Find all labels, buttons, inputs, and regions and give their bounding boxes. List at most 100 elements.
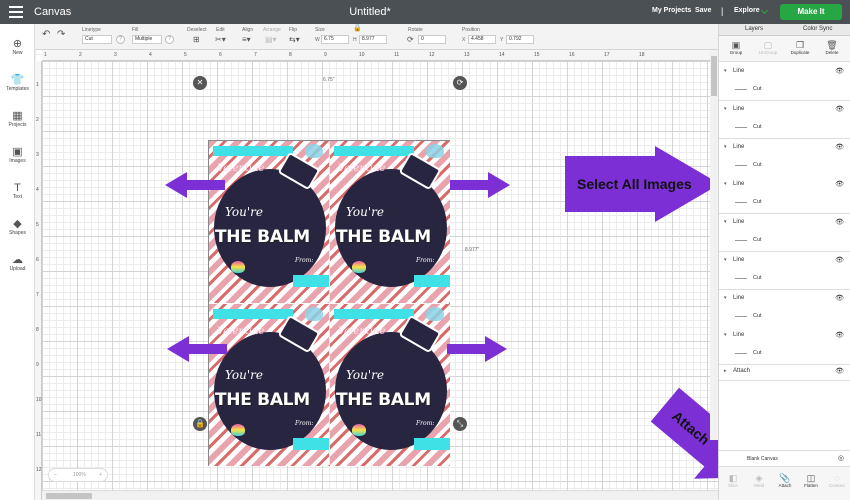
horizontal-scrollbar[interactable]	[42, 490, 718, 500]
ruler-left: 1 2 3 4 5 6 7 8 9 10 11 12	[35, 61, 42, 500]
eye-icon[interactable]: 👁	[835, 256, 844, 264]
menu-icon[interactable]	[9, 6, 23, 18]
sidebar-item-new[interactable]: ⊕ New	[0, 38, 35, 56]
zoom-control[interactable]: − 100% +	[48, 468, 108, 482]
valentine-card[interactable]: Valentine You're THE BALM From:	[209, 304, 329, 466]
contour-button[interactable]: ◌ Contour	[824, 473, 850, 488]
valentine-card[interactable]: Valentine You're THE BALM From:	[330, 141, 450, 303]
fill-help-icon[interactable]: ?	[165, 35, 174, 44]
slice-button[interactable]: ◧ Slice	[720, 473, 746, 488]
make-it-button[interactable]: Make It	[780, 4, 842, 20]
eye-off-icon[interactable]: ◎	[838, 454, 844, 462]
eye-icon[interactable]: 👁	[835, 180, 844, 188]
group-icon: ▣	[731, 40, 741, 50]
redo-icon[interactable]: ↷	[57, 30, 65, 40]
layer-row[interactable]: ▾ Line 👁 Cut	[719, 327, 850, 366]
sidebar-item-templates[interactable]: 👕 Templates	[0, 74, 35, 92]
weld-button[interactable]: ◈ Weld	[746, 473, 772, 488]
fill-select[interactable]: Multiple	[132, 35, 162, 44]
layer-row[interactable]: ▾ Line 👁 Cut	[719, 138, 850, 177]
sidebar-item-projects[interactable]: ▦ Projects	[0, 110, 35, 128]
lock-handle-icon[interactable]: 🔒	[193, 417, 207, 431]
eye-icon[interactable]: 👁	[835, 105, 844, 113]
edit-toolbar: ↶ ↷ Linetype Cut ? Fill Multiple ? Desel…	[35, 24, 718, 50]
flatten-button[interactable]: ◫ Flatten	[798, 473, 824, 488]
attach-button[interactable]: 📎 Attach	[772, 473, 798, 488]
edit-label: Edit	[216, 27, 225, 33]
arrow-left-bottom	[167, 336, 227, 362]
layer-row[interactable]: ▾ Line 👁 Cut	[719, 100, 850, 139]
valentine-card[interactable]: Valentine You're THE BALM From:	[330, 304, 450, 466]
horizontal-scroll-thumb[interactable]	[46, 493, 92, 499]
layer-row[interactable]: ▾ Line 👁 Cut	[719, 251, 850, 290]
chevron-down-icon[interactable]: ▾	[724, 219, 727, 225]
sidebar-item-shapes[interactable]: ◆ Shapes	[0, 218, 35, 236]
rotate-input[interactable]: 0	[418, 35, 446, 44]
delete-button[interactable]: 🗑 Delete	[817, 40, 847, 55]
sidebar-item-label: Text	[12, 194, 23, 200]
eye-icon[interactable]: 👁	[835, 143, 844, 151]
zoom-in-icon[interactable]: +	[99, 469, 102, 481]
x-label: X	[462, 37, 466, 43]
design-canvas[interactable]: 1 2 3 4 5 6 7 8 9 10 11 12 13 14 15 16 17 18 1 2 3 4 5 6 7 8 9 10 1…	[35, 50, 718, 500]
vertical-scrollbar[interactable]	[710, 50, 718, 440]
layer-row[interactable]: ▾ Line 👁 Cut	[719, 289, 850, 328]
width-input[interactable]: 6.75	[321, 35, 349, 44]
layer-row[interactable]: ▾ Line 👁 Cut	[719, 176, 850, 215]
deselect-icon[interactable]: ⊞	[193, 35, 200, 44]
eye-icon[interactable]: 👁	[835, 294, 844, 302]
valentine-card[interactable]: Valentine You're THE BALM From:	[209, 141, 329, 303]
layer-row[interactable]: ▾ Line 👁 Cut	[719, 63, 850, 101]
chevron-down-icon[interactable]: ▾	[724, 144, 727, 150]
x-input[interactable]: 4.458	[468, 35, 496, 44]
plus-icon: ⊕	[12, 38, 23, 50]
card-banner	[334, 146, 414, 156]
eye-icon[interactable]: 👁	[835, 218, 844, 226]
undo-icon[interactable]: ↶	[42, 30, 50, 40]
chevron-right-icon[interactable]: ▸	[724, 368, 727, 374]
zoom-out-icon[interactable]: −	[54, 469, 57, 481]
y-input[interactable]: 0.792	[506, 35, 534, 44]
chevron-down-icon[interactable]	[760, 6, 769, 15]
chevron-down-icon[interactable]: ▾	[724, 181, 727, 187]
chevron-down-icon[interactable]: ▾	[724, 68, 727, 74]
line-thumbnail	[735, 126, 747, 128]
chevron-down-icon[interactable]: ▾	[724, 295, 727, 301]
eye-icon[interactable]: 👁	[835, 367, 844, 375]
sidebar-item-upload[interactable]: ☁ Upload	[0, 254, 35, 272]
layer-row[interactable]: ▾ Line 👁 Cut	[719, 214, 850, 252]
rotate-handle-icon[interactable]: ⟳	[453, 76, 467, 90]
chevron-down-icon[interactable]: ▾	[724, 106, 727, 112]
my-projects-link[interactable]: My Projects	[652, 7, 691, 14]
linetype-select[interactable]: Cut	[82, 35, 112, 44]
eye-icon[interactable]: 👁	[835, 67, 844, 75]
duplicate-button[interactable]: ❐ Duplicate	[785, 40, 815, 55]
chevron-down-icon[interactable]: ▾	[724, 257, 727, 263]
lock-icon[interactable]: 🔒	[353, 24, 362, 32]
close-icon[interactable]: ✕	[193, 76, 207, 90]
edit-icon[interactable]: ✂▾	[215, 35, 226, 44]
sidebar-item-label: Shapes	[9, 230, 26, 236]
group-button[interactable]: ▣ Group	[721, 40, 751, 55]
layer-attach[interactable]: ▸ Attach 👁	[719, 363, 850, 381]
sidebar-item-images[interactable]: ▣ Images	[0, 146, 35, 164]
callout-select-all: Select All Images	[565, 146, 718, 222]
vertical-scroll-thumb[interactable]	[711, 56, 717, 96]
linetype-help-icon[interactable]: ?	[116, 35, 125, 44]
save-link[interactable]: Save	[695, 7, 711, 14]
flip-icon[interactable]: ⇆▾	[289, 35, 300, 44]
chevron-down-icon[interactable]: ▾	[724, 332, 727, 338]
ungroup-button[interactable]: ▢ UnGroup	[753, 40, 783, 55]
align-icon[interactable]: ≡▾	[242, 35, 251, 44]
selected-design-group[interactable]: Valentine You're THE BALM From: Valentine You…	[208, 140, 450, 466]
explore-link[interactable]: Explore	[734, 7, 760, 14]
eye-icon[interactable]: 👁	[835, 331, 844, 339]
blank-canvas-row[interactable]: Blank Canvas ◎	[719, 450, 850, 466]
sidebar-item-text[interactable]: T Text	[0, 182, 35, 200]
resize-handle-icon[interactable]: ⤡	[453, 417, 467, 431]
tab-color-sync[interactable]: Color Sync	[803, 26, 832, 32]
tab-layers[interactable]: Layers	[745, 26, 763, 32]
height-input[interactable]: 8.977	[359, 35, 387, 44]
layer-name: Line	[733, 105, 745, 112]
projects-icon: ▦	[12, 110, 23, 122]
